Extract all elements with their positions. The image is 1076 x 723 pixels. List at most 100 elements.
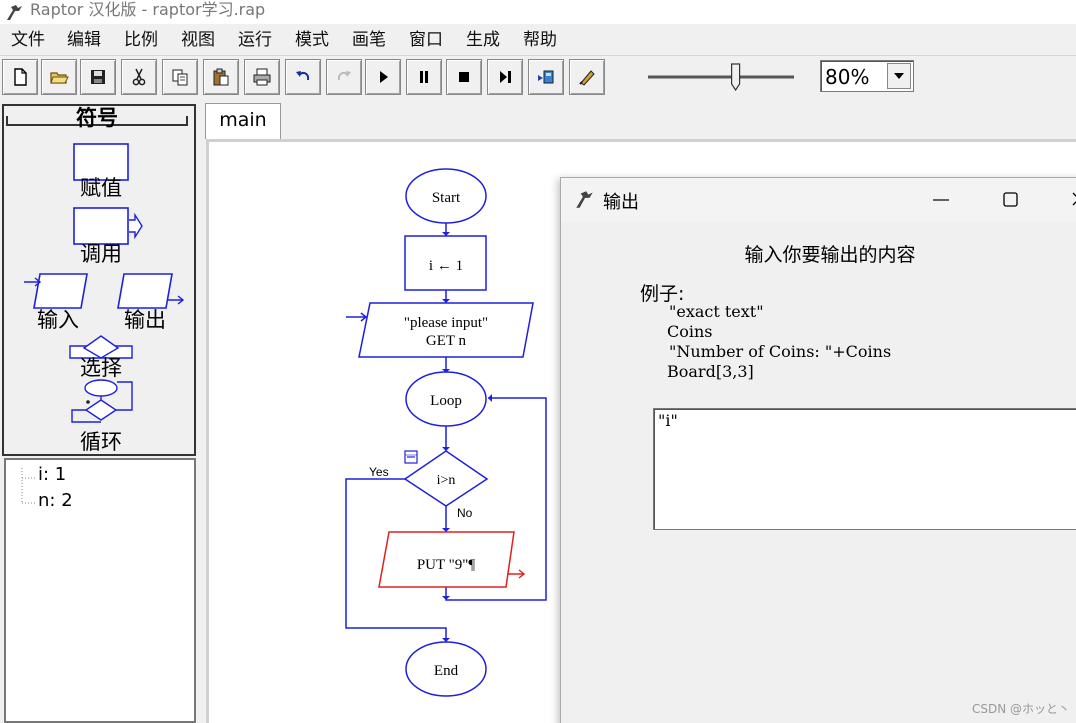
paste-button[interactable]	[203, 59, 239, 95]
menu-edit[interactable]: 编辑	[67, 28, 101, 52]
loop-label: Loop	[430, 393, 462, 409]
tab-main-label: main	[219, 109, 267, 131]
symbol-shapes	[24, 143, 185, 423]
input-prompt-label: "please input"	[404, 315, 488, 331]
variable-item[interactable]: n: 2	[38, 490, 73, 512]
speed-slider-thumb[interactable]	[730, 63, 741, 92]
pen-button[interactable]	[569, 59, 605, 95]
example-line: "exact text"	[669, 302, 764, 321]
menu-bar: 文件 编辑 比例 视图 运行 模式 画笔 窗口 生成 帮助	[0, 24, 1076, 56]
title-bar: Raptor 汉化版 - raptor学习.rap	[0, 0, 1076, 24]
menu-help[interactable]: 帮助	[523, 28, 557, 52]
end-label: End	[434, 663, 459, 679]
dialog-title: 输出	[603, 192, 639, 213]
step-icon	[500, 71, 511, 83]
minimize-icon[interactable]	[933, 198, 949, 202]
save-icon	[91, 70, 105, 84]
raptor-icon	[576, 191, 593, 208]
compile-button[interactable]	[528, 59, 564, 95]
cut-button[interactable]	[121, 59, 157, 95]
pause-icon	[420, 71, 428, 83]
example-line: "Number of Coins: "+Coins	[669, 342, 892, 361]
menu-generate[interactable]: 生成	[466, 28, 500, 52]
zoom-select[interactable]: 80%	[820, 60, 914, 92]
raptor-icon	[7, 5, 22, 20]
zoom-value: 80%	[825, 65, 870, 89]
start-node[interactable]: Start	[405, 168, 487, 224]
collapse-toggle[interactable]	[404, 450, 418, 464]
assignment-label: i ← 1	[429, 258, 463, 274]
stop-icon	[459, 72, 469, 82]
maximize-icon[interactable]	[1003, 192, 1018, 207]
zoom-dropdown-button[interactable]	[887, 63, 911, 89]
close-icon[interactable]	[1071, 191, 1076, 207]
menu-scale[interactable]: 比例	[124, 28, 158, 52]
pen-icon	[579, 70, 595, 86]
input-symbol[interactable]	[24, 273, 88, 309]
speed-slider[interactable]	[640, 60, 806, 94]
redo-icon	[337, 71, 351, 81]
output-dialog: 输出 输入你要输出的内容 例子: "exact text" Coins "Num…	[560, 177, 1076, 723]
paste-icon	[213, 68, 229, 86]
condition-label: i>n	[437, 473, 456, 488]
watermark: CSDN @ホッと丶	[972, 702, 1071, 716]
output-node[interactable]: PUT "9"¶	[378, 531, 526, 588]
copy-button[interactable]	[162, 59, 198, 95]
window-title: Raptor 汉化版 - raptor学习.rap	[30, 0, 266, 19]
symbol-label-call: 调用	[80, 242, 122, 266]
new-file-button[interactable]	[2, 59, 38, 95]
pause-button[interactable]	[406, 59, 442, 95]
output-expression-value: "i"	[658, 411, 678, 430]
output-expression-input[interactable]: "i"	[653, 408, 1076, 530]
symbol-label-input: 输入	[37, 308, 79, 332]
redo-button[interactable]	[326, 59, 362, 95]
stop-button[interactable]	[446, 59, 482, 95]
assignment-symbol[interactable]	[73, 143, 129, 181]
symbol-label-output: 输出	[124, 308, 166, 332]
example-line: Coins	[667, 322, 713, 341]
chevron-down-icon	[894, 73, 904, 79]
dialog-prompt: 输入你要输出的内容	[744, 244, 916, 266]
save-button[interactable]	[80, 59, 116, 95]
dialog-title-bar: 输出	[561, 178, 1076, 222]
loop-symbol[interactable]	[71, 379, 133, 423]
compile-icon	[538, 70, 554, 84]
undo-icon	[296, 71, 310, 81]
loop-node[interactable]: Loop	[405, 371, 487, 427]
symbol-label-assign: 赋值	[80, 176, 122, 200]
run-button[interactable]	[365, 59, 401, 95]
variable-item[interactable]: i: 1	[38, 464, 66, 486]
new-file-icon	[14, 68, 27, 86]
end-node[interactable]: End	[405, 641, 487, 697]
input-var-label: GET n	[426, 333, 467, 349]
call-symbol[interactable]	[73, 207, 143, 245]
print-button[interactable]	[244, 59, 280, 95]
no-label: No	[457, 506, 473, 520]
open-folder-icon	[50, 72, 69, 84]
tab-main[interactable]: main	[205, 103, 281, 139]
start-label: Start	[432, 190, 461, 206]
menu-ink[interactable]: 画笔	[352, 28, 386, 52]
input-node[interactable]: "please input" GET n	[358, 302, 534, 358]
menu-window[interactable]: 窗口	[409, 28, 443, 52]
menu-view[interactable]: 视图	[181, 28, 215, 52]
open-button[interactable]	[41, 59, 77, 95]
menu-file[interactable]: 文件	[11, 28, 45, 52]
undo-button[interactable]	[285, 59, 321, 95]
symbol-label-loop: 循环	[80, 430, 122, 454]
menu-mode[interactable]: 模式	[295, 28, 329, 52]
copy-icon	[172, 69, 188, 86]
cut-icon	[132, 68, 146, 86]
assignment-node[interactable]: i ← 1	[404, 235, 487, 291]
print-icon	[253, 68, 271, 86]
toolbar	[0, 56, 1076, 100]
variables-panel: i: 1 n: 2	[4, 458, 196, 723]
menu-run[interactable]: 运行	[238, 28, 272, 52]
symbol-label-select: 选择	[80, 356, 122, 380]
selection-symbol[interactable]	[69, 335, 133, 359]
output-label: PUT "9"¶	[417, 557, 476, 573]
example-line: Board[3,3]	[667, 362, 754, 381]
output-symbol[interactable]	[117, 273, 185, 309]
step-button[interactable]	[487, 59, 523, 95]
run-icon	[380, 71, 388, 83]
